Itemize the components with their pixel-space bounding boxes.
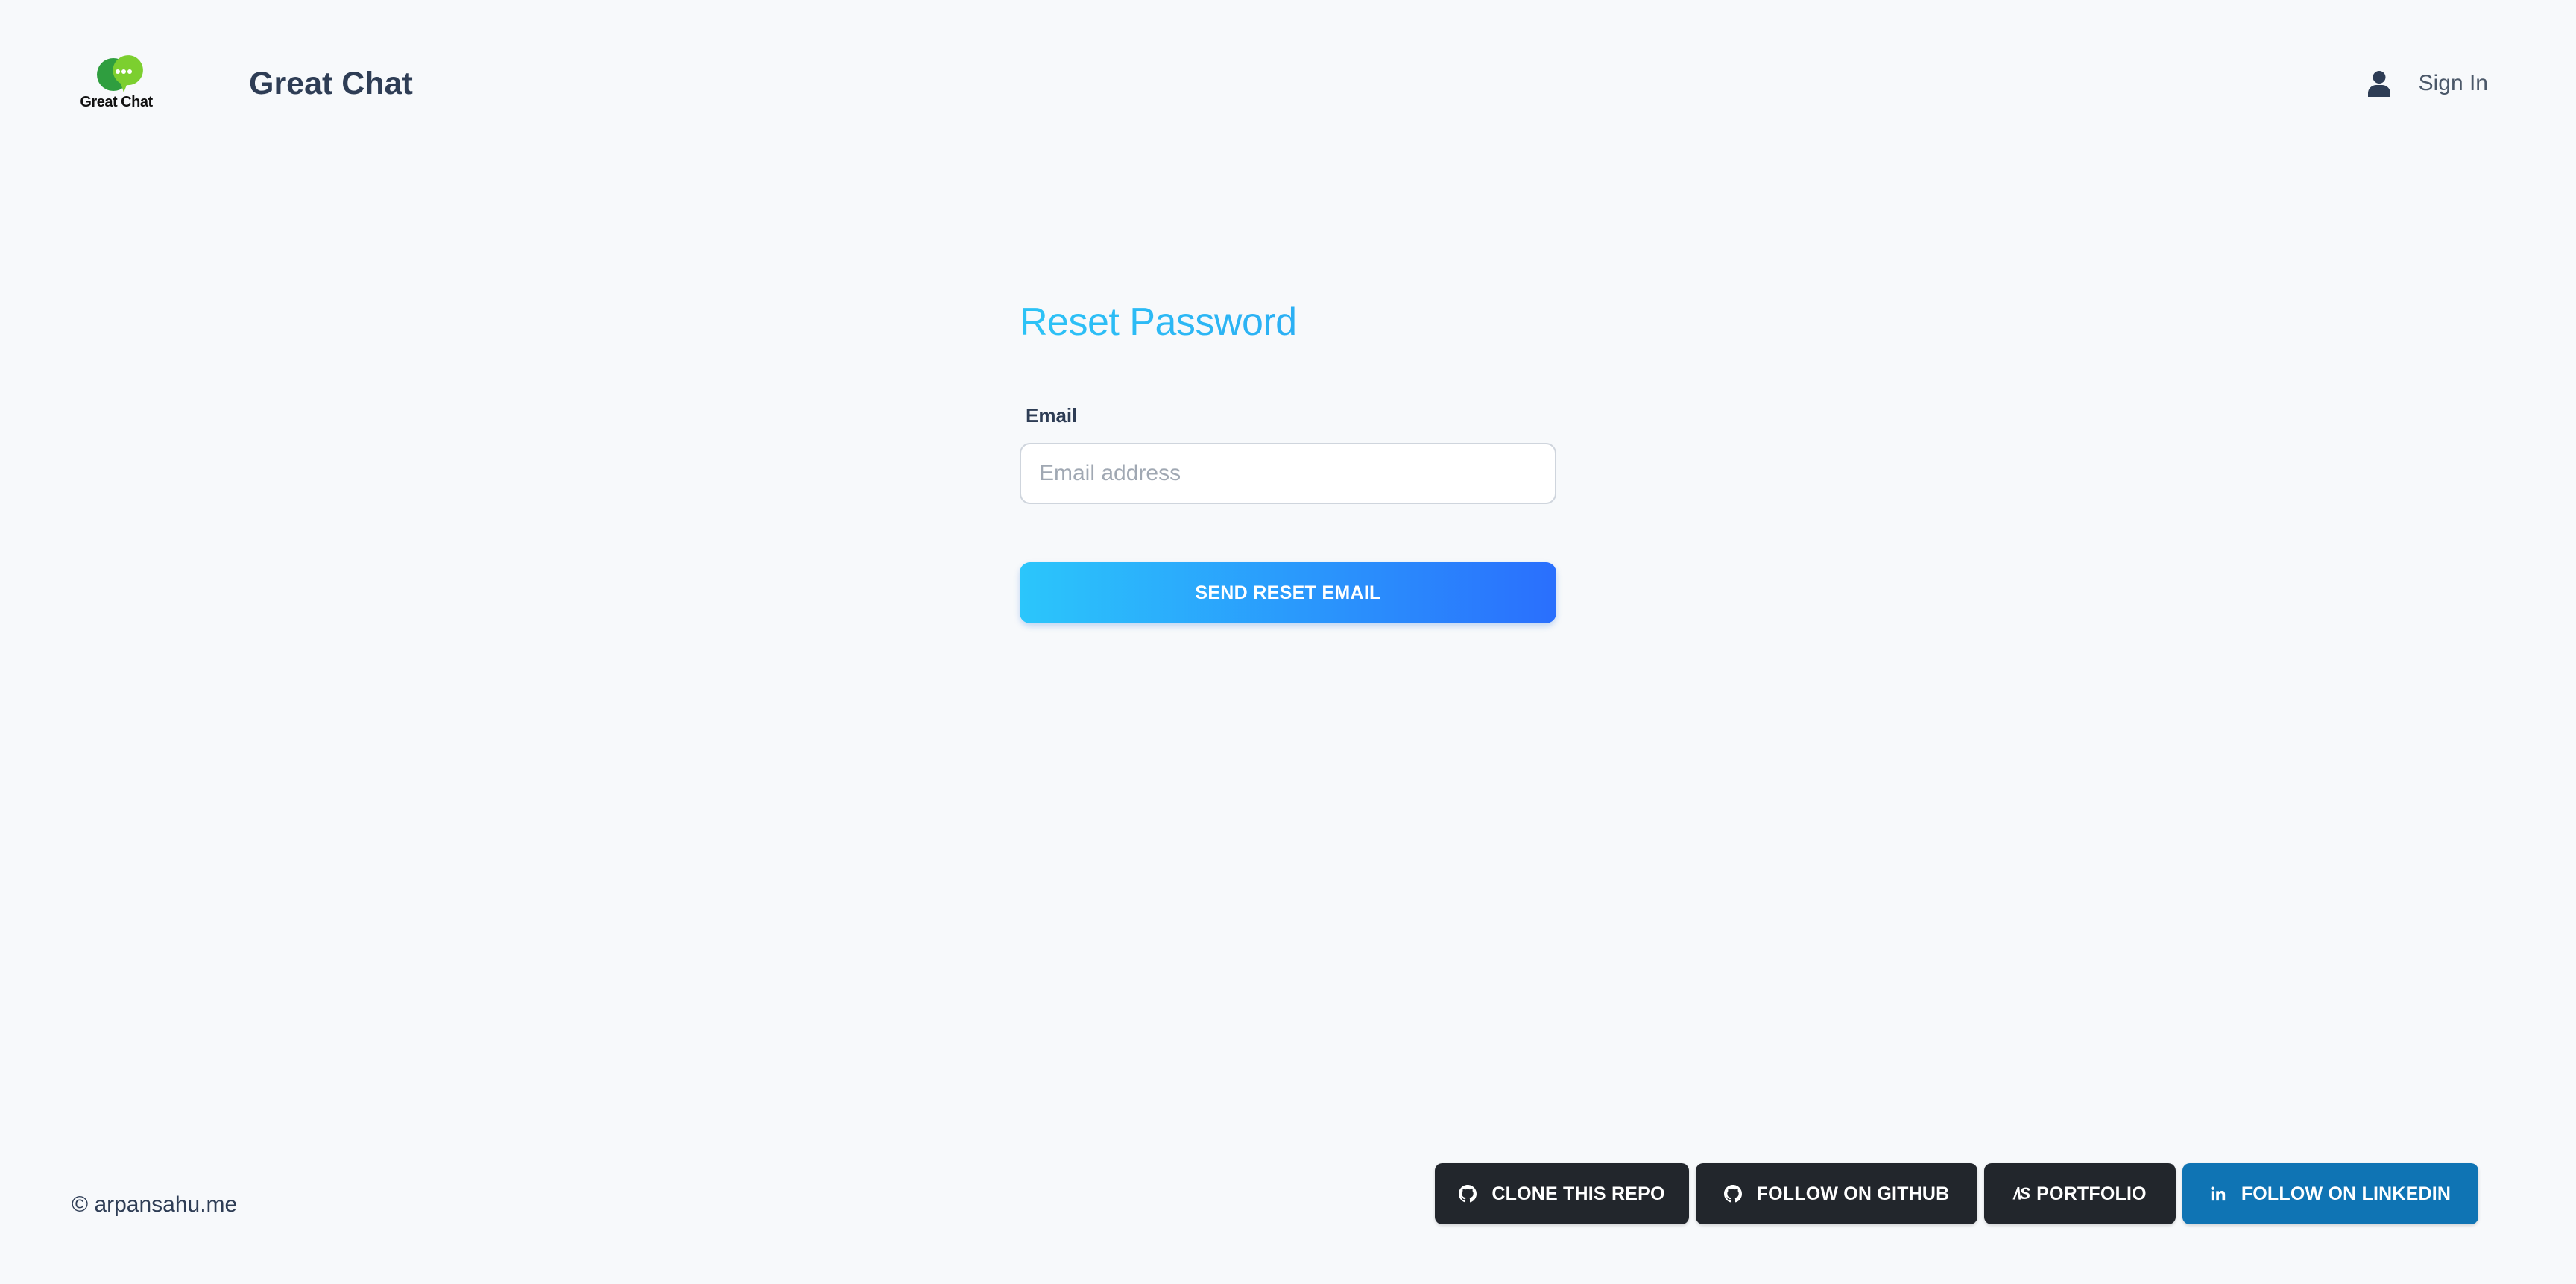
portfolio-icon: /\S	[2013, 1184, 2030, 1203]
send-reset-email-button[interactable]: SEND RESET EMAIL	[1020, 562, 1556, 623]
follow-github-button[interactable]: FOLLOW ON GITHUB	[1696, 1163, 1977, 1224]
copyright-text: © arpansahu.me	[72, 1192, 238, 1217]
sign-in-link[interactable]: Sign In	[2367, 63, 2488, 104]
github-icon	[1459, 1185, 1477, 1203]
github-icon	[1723, 1185, 1742, 1203]
page-title: Reset Password	[1020, 295, 1556, 349]
reset-password-form: Reset Password Email SEND RESET EMAIL	[1020, 295, 1556, 623]
clone-repo-button[interactable]: CLONE THIS REPO	[1435, 1163, 1689, 1224]
portfolio-label: PORTFOLIO	[2036, 1183, 2147, 1204]
sign-in-label: Sign In	[2418, 71, 2488, 95]
portfolio-button[interactable]: /\S PORTFOLIO	[1984, 1163, 2176, 1224]
app-logo[interactable]: Great Chat	[72, 51, 161, 118]
chat-bubbles-logo-icon	[97, 55, 143, 92]
user-icon	[2367, 71, 2390, 97]
email-label: Email	[1026, 404, 1078, 427]
app-title[interactable]: Great Chat	[249, 63, 413, 104]
footer-links: CLONE THIS REPO FOLLOW ON GITHUB /\S POR…	[1435, 1163, 2478, 1224]
clone-repo-label: CLONE THIS REPO	[1491, 1183, 1665, 1204]
follow-linkedin-button[interactable]: FOLLOW ON LINKEDIN	[2182, 1163, 2478, 1224]
linkedin-icon	[2211, 1186, 2225, 1201]
follow-github-label: FOLLOW ON GITHUB	[1756, 1183, 1950, 1204]
top-navbar: Great Chat Great Chat Sign In	[0, 0, 2576, 170]
logo-text: Great Chat	[80, 94, 153, 110]
follow-linkedin-label: FOLLOW ON LINKEDIN	[2241, 1183, 2452, 1204]
email-input[interactable]	[1020, 443, 1556, 504]
